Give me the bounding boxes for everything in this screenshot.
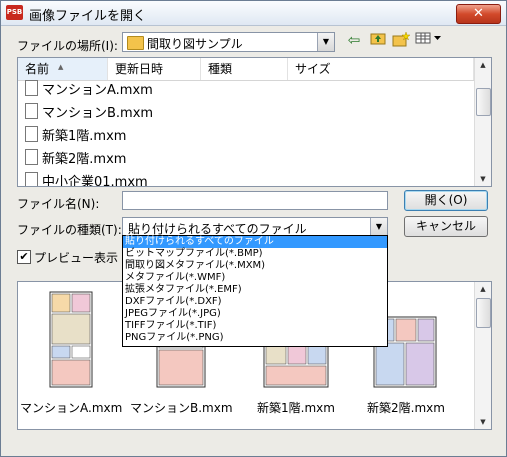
location-combo[interactable]: 間取り図サンプル ▼ (122, 32, 335, 52)
filetype-option[interactable]: TIFFファイル(*.TIF) (123, 320, 387, 332)
column-size[interactable]: サイズ (288, 58, 474, 80)
list-header: ▲ 名前 更新日時 種類 サイズ (18, 58, 474, 81)
close-button[interactable]: ✕ (456, 4, 501, 24)
scroll-up-icon[interactable]: ▲ (475, 58, 491, 72)
list-item[interactable]: 新築2階.mxm (25, 149, 126, 169)
document-icon (25, 80, 38, 96)
column-type[interactable]: 種類 (201, 58, 288, 80)
preview-caption: マンションA.mxm (20, 401, 123, 415)
file-list-scrollbar[interactable]: ▲ ▼ (474, 58, 491, 186)
view-menu-icon[interactable] (414, 31, 444, 49)
filetype-option[interactable]: JPEGファイル(*.JPG) (123, 308, 387, 320)
scroll-up-icon[interactable]: ▲ (475, 282, 491, 296)
filetype-option[interactable]: 貼り付けられるすべてのファイル (123, 236, 387, 248)
filetype-combo[interactable]: 貼り付けられるすべてのファイル ▼ (122, 217, 388, 237)
chevron-down-icon[interactable]: ▼ (317, 33, 334, 51)
document-icon (25, 126, 38, 142)
up-folder-icon[interactable] (369, 31, 387, 49)
filetype-option[interactable]: メタファイル(*.WMF) (123, 272, 387, 284)
document-icon (25, 103, 38, 119)
sort-ascending-icon: ▲ (58, 63, 64, 71)
new-folder-icon[interactable] (392, 31, 411, 49)
filename-input[interactable] (122, 191, 388, 210)
preview-scrollbar[interactable]: ▲ ▼ (474, 282, 491, 429)
preview-caption: 新築2階.mxm (367, 401, 445, 415)
scroll-thumb[interactable] (476, 298, 491, 328)
list-item[interactable]: 新築1階.mxm (25, 126, 126, 146)
window-title: 画像ファイルを開く (29, 9, 147, 24)
floorplan-thumbnail (49, 291, 93, 388)
preview-checkbox[interactable]: ✔ (17, 250, 31, 264)
preview-label: プレビュー表示 (34, 251, 119, 265)
chevron-down-icon[interactable]: ▼ (370, 218, 387, 236)
scroll-thumb[interactable] (476, 88, 491, 116)
document-icon (25, 172, 38, 186)
app-icon: PSB (6, 5, 23, 20)
list-item[interactable]: 中小企業01.mxm (25, 172, 148, 186)
folder-icon (127, 36, 144, 50)
preview-item[interactable]: マンションA.mxm (20, 287, 123, 417)
title-bar: PSB 画像ファイルを開く ✕ (1, 1, 506, 26)
cancel-button[interactable]: キャンセル (404, 216, 488, 237)
list-item[interactable]: マンションA.mxm (25, 80, 153, 100)
preview-caption: 新築1階.mxm (257, 401, 335, 415)
open-button[interactable]: 開く(O) (404, 190, 488, 211)
column-name[interactable]: ▲ 名前 (18, 58, 108, 80)
open-image-dialog: PSB 画像ファイルを開く ✕ ファイルの場所(I): 間取り図サンプル ▼ ⇦… (0, 0, 507, 457)
location-label: ファイルの場所(I): (17, 39, 118, 53)
filetype-option[interactable]: ビットマップファイル(*.BMP) (123, 248, 387, 260)
column-modified[interactable]: 更新日時 (108, 58, 201, 80)
scroll-down-icon[interactable]: ▼ (475, 415, 491, 429)
filetype-option[interactable]: DXFファイル(*.DXF) (123, 296, 387, 308)
back-icon[interactable]: ⇦ (345, 31, 363, 49)
location-value: 間取り図サンプル (147, 37, 243, 51)
scroll-down-icon[interactable]: ▼ (475, 172, 491, 186)
filename-label: ファイル名(N): (17, 197, 100, 211)
filetype-option[interactable]: 間取り図メタファイル(*.MXM) (123, 260, 387, 272)
file-list[interactable]: ▲ 名前 更新日時 種類 サイズ マンションA.mxm マンションB.mxm 新… (17, 57, 492, 187)
filetype-dropdown[interactable]: 貼り付けられるすべてのファイル ビットマップファイル(*.BMP) 間取り図メタ… (122, 235, 388, 347)
filetype-option[interactable]: 拡張メタファイル(*.EMF) (123, 284, 387, 296)
list-item[interactable]: マンションB.mxm (25, 103, 153, 123)
filetype-label: ファイルの種類(T): (17, 223, 122, 237)
document-icon (25, 149, 38, 165)
preview-caption: マンションB.mxm (130, 401, 233, 415)
filetype-option[interactable]: PNGファイル(*.PNG) (123, 332, 387, 344)
